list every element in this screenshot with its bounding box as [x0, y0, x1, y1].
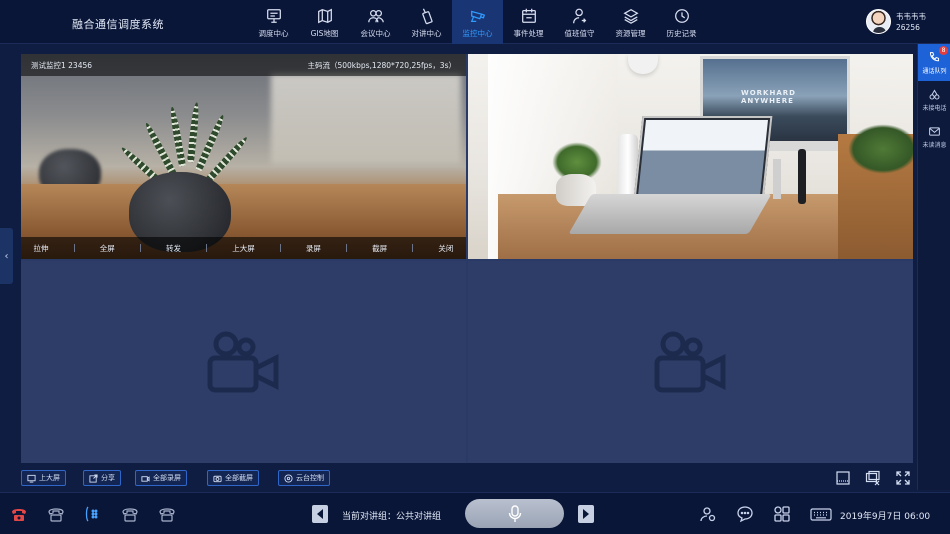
bottom-bar: 当前对讲组：公共对讲组 2019年9月7日 06:00	[0, 492, 950, 534]
app-root: 融合通信调度系统 调度中心 GIS地图 会议中心 对讲中心 监控中心 事件处理 …	[0, 0, 950, 534]
video-feed-plant	[21, 54, 466, 259]
forward-button[interactable]: 转发	[166, 243, 181, 254]
apps-grid-icon[interactable]	[773, 505, 791, 523]
send-to-big-screen-button[interactable]: 上大屏	[21, 470, 66, 486]
nav-monitor-center[interactable]: 监控中心	[452, 0, 503, 44]
datetime: 2019年9月7日 06:00	[840, 512, 931, 522]
user-duty-icon	[572, 8, 586, 24]
nav-label: 值班值守	[564, 29, 595, 38]
mail-icon	[929, 126, 940, 136]
screenshot-button[interactable]: 截屏	[372, 243, 387, 254]
nav-label: 调度中心	[258, 29, 289, 38]
user-id: 26256	[896, 22, 920, 32]
sidebar-item-unread-messages[interactable]: 未读消息	[918, 118, 950, 155]
sidebar-item-label: 通话队列	[922, 67, 947, 75]
nav-label: GIS地图	[310, 29, 339, 38]
missed-call-icon	[929, 88, 940, 99]
nav-label: 历史记录	[666, 29, 697, 38]
video-cell-4-empty[interactable]	[468, 261, 913, 463]
user-name: 韦韦韦韦	[896, 11, 926, 21]
record-all-button[interactable]: 全部录屏	[135, 470, 187, 486]
nav-duty[interactable]: 值班值守	[554, 0, 605, 44]
share-button[interactable]: 分享	[83, 470, 121, 486]
main-nav: 调度中心 GIS地图 会议中心 对讲中心 监控中心 事件处理 值班值守 资源管理…	[248, 0, 707, 44]
nav-label: 监控中心	[462, 29, 493, 38]
camera-icon	[470, 10, 485, 23]
sidebar-item-label: 未读消息	[922, 141, 947, 149]
video-grid: 测试监控1 23456 主码流（500kbps,1280*720,25fps，3…	[21, 54, 913, 463]
screenshot-all-button[interactable]: 全部截屏	[207, 470, 259, 486]
camera-name: 测试监控1 23456	[31, 60, 93, 70]
fullscreen-icon[interactable]	[895, 470, 911, 486]
current-intercom-group: 当前对讲组：公共对讲组	[342, 512, 442, 522]
layers-icon	[622, 8, 639, 24]
monitor-icon	[266, 9, 281, 23]
next-group-button[interactable]	[578, 505, 594, 523]
phone-icon[interactable]	[47, 505, 65, 523]
video-cell-2[interactable]: WORKHARD ANYWHERE	[468, 54, 913, 259]
caret-right-icon	[583, 509, 589, 519]
phone-icon[interactable]	[121, 505, 139, 523]
avatar	[866, 9, 891, 34]
video-info-bar: 测试监控1 23456 主码流（500kbps,1280*720,25fps，3…	[21, 54, 466, 76]
video-toolbar: 上大屏 分享 全部录屏 全部截屏 云台控制	[21, 470, 913, 488]
calendar-icon	[521, 8, 536, 23]
user-profile[interactable]: 韦韦韦韦 26256	[866, 9, 926, 34]
video-cell-3-empty[interactable]	[21, 261, 466, 463]
video-camera-icon	[207, 331, 278, 393]
keyboard-icon[interactable]	[810, 505, 832, 523]
user-settings-icon[interactable]	[699, 505, 717, 523]
nav-label: 对讲中心	[411, 29, 442, 38]
nav-event-handling[interactable]: 事件处理	[503, 0, 554, 44]
fullscreen-button[interactable]: 全屏	[100, 243, 115, 254]
ptz-control-button[interactable]: 云台控制	[278, 470, 330, 486]
top-header: 融合通信调度系统 调度中心 GIS地图 会议中心 对讲中心 监控中心 事件处理 …	[0, 0, 950, 44]
history-icon	[674, 9, 689, 23]
record-icon	[141, 475, 150, 482]
caret-left-icon	[317, 509, 323, 519]
record-button[interactable]: 录屏	[306, 243, 321, 254]
nav-history[interactable]: 历史记录	[656, 0, 707, 44]
single-layout-icon[interactable]	[835, 470, 851, 486]
nav-dispatch-center[interactable]: 调度中心	[248, 0, 299, 44]
video-action-bar: 拉伸 全屏 转发 上大屏 录屏 截屏 关闭	[21, 237, 466, 259]
big-screen-button[interactable]: 上大屏	[232, 243, 255, 254]
phone-red-icon[interactable]	[10, 505, 28, 523]
nav-intercom-center[interactable]: 对讲中心	[401, 0, 452, 44]
meeting-icon	[367, 9, 384, 23]
push-to-talk-button[interactable]	[465, 499, 564, 528]
video-camera-icon	[654, 331, 725, 393]
phone-icon[interactable]	[158, 505, 176, 523]
map-icon	[317, 8, 332, 24]
phone-dialpad-icon[interactable]	[84, 505, 102, 523]
close-button[interactable]: 关闭	[438, 243, 453, 254]
big-screen-icon	[27, 474, 36, 483]
chat-icon[interactable]	[736, 505, 754, 523]
stretch-button[interactable]: 拉伸	[34, 243, 49, 254]
nav-label: 事件处理	[513, 29, 544, 38]
app-title: 融合通信调度系统	[72, 18, 164, 31]
nav-gis-map[interactable]: GIS地图	[299, 0, 350, 44]
screenshot-icon	[213, 475, 222, 482]
ptz-icon	[284, 473, 293, 483]
walkie-talkie-icon	[421, 8, 433, 25]
left-panel-toggle[interactable]: ‹	[0, 228, 13, 284]
nav-label: 会议中心	[360, 29, 391, 38]
nav-meeting-center[interactable]: 会议中心	[350, 0, 401, 44]
video-cell-1[interactable]: 测试监控1 23456 主码流（500kbps,1280*720,25fps，3…	[21, 54, 466, 259]
prev-group-button[interactable]	[312, 505, 328, 523]
stream-info: 主码流（500kbps,1280*720,25fps，3s）	[307, 60, 456, 70]
sidebar-item-call-queue[interactable]: 8 通话队列	[918, 44, 950, 81]
call-queue-badge: 8	[939, 46, 948, 55]
chevron-left-icon: ‹	[4, 250, 9, 262]
sidebar-item-missed-calls[interactable]: 未接电话	[918, 81, 950, 118]
video-feed-desk: WORKHARD ANYWHERE	[468, 54, 913, 259]
nav-resource-management[interactable]: 资源管理	[605, 0, 656, 44]
sidebar-item-label: 未接电话	[922, 104, 947, 112]
microphone-icon	[508, 504, 521, 522]
share-icon	[89, 473, 98, 483]
right-sidebar: 8 通话队列 未接电话 未读消息	[917, 44, 950, 490]
close-all-windows-icon[interactable]	[865, 470, 881, 486]
nav-label: 资源管理	[615, 29, 646, 38]
